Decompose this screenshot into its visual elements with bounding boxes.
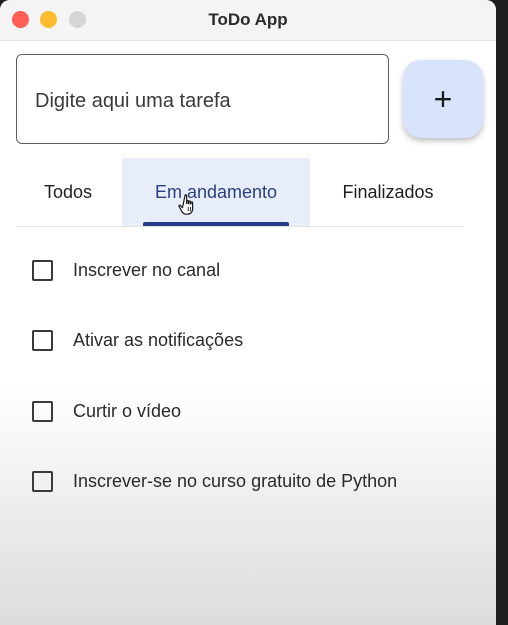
tab-label: Todos [43, 181, 93, 202]
app-window: ToDo App + Todos Em andamento Finalizado… [0, 0, 496, 625]
task-checkbox[interactable] [32, 329, 53, 351]
task-checkbox[interactable] [32, 470, 53, 492]
task-item: Inscrever no canal [32, 250, 492, 290]
task-input-field[interactable] [16, 54, 389, 144]
tab-em-andamento[interactable]: Em andamento [122, 158, 310, 226]
tab-finalizados[interactable]: Finalizados [312, 158, 464, 226]
tab-todos[interactable]: Todos [16, 158, 120, 226]
tab-label: Finalizados [342, 181, 434, 202]
task-input[interactable] [33, 85, 367, 117]
task-item: Ativar as notificações [32, 320, 492, 360]
task-checkbox[interactable] [32, 400, 53, 422]
hand-cursor-icon [178, 194, 194, 215]
task-item: Curtir o vídeo [32, 391, 492, 431]
tab-bar: Todos Em andamento Finalizados [16, 158, 464, 227]
selected-tab-indicator [143, 222, 289, 226]
add-task-button[interactable]: + [403, 60, 483, 138]
plus-icon: + [433, 81, 453, 117]
task-label: Curtir o vídeo [73, 400, 182, 421]
task-item: Inscrever-se no curso gratuito de Python [32, 461, 492, 501]
task-label: Ativar as notificações [73, 329, 244, 350]
title-bar: ToDo App [0, 0, 496, 41]
task-checkbox[interactable] [32, 259, 53, 281]
task-label: Inscrever-se no curso gratuito de Python [73, 470, 398, 491]
window-title: ToDo App [208, 10, 288, 29]
task-label: Inscrever no canal [73, 259, 221, 280]
tab-label: Em andamento [154, 181, 278, 202]
